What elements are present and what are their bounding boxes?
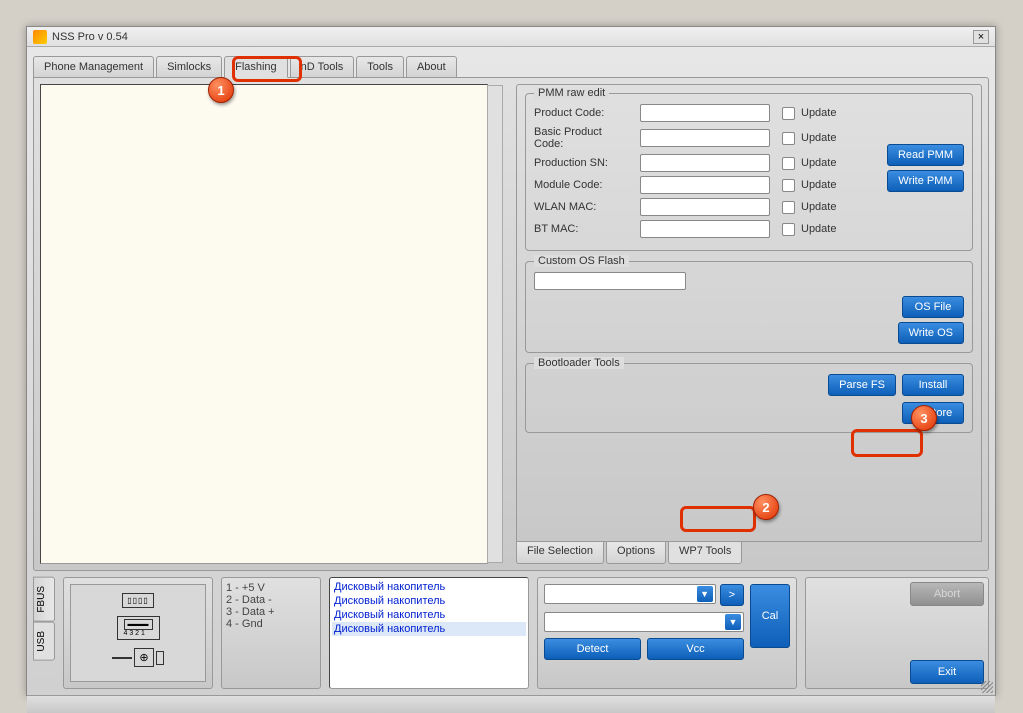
side-tab-fbus[interactable]: FBUS	[33, 577, 55, 622]
input-wlan-mac[interactable]	[640, 198, 770, 216]
legend-4: 4 - Gnd	[226, 618, 316, 630]
tab-about[interactable]: About	[406, 56, 457, 77]
legend-2: 2 - Data -	[226, 594, 316, 606]
app-icon	[33, 30, 47, 44]
dropdown-2[interactable]: ▼	[544, 612, 744, 632]
input-basic-product-code[interactable]	[640, 129, 770, 147]
callout-2: 2	[753, 494, 779, 520]
right-panel: PMM raw edit Product Code:Update Basic P…	[516, 84, 982, 564]
tab-nd-tools[interactable]: nD Tools	[290, 56, 355, 77]
tab-file-selection[interactable]: File Selection	[516, 542, 604, 564]
input-production-sn[interactable]	[640, 154, 770, 172]
parse-fs-button[interactable]: Parse FS	[828, 374, 896, 396]
detect-button[interactable]: Detect	[544, 638, 641, 660]
tab-content: PMM raw edit Product Code:Update Basic P…	[33, 77, 989, 571]
list-item[interactable]: Дисковый накопитель	[332, 580, 526, 594]
usb-connector-icon: ⊕	[112, 648, 163, 667]
statusbar	[27, 695, 995, 713]
input-product-code[interactable]	[640, 104, 770, 122]
usb-port-icon: ▯▯▯▯	[122, 593, 154, 608]
tab-options[interactable]: Options	[606, 542, 666, 564]
app-window: NSS Pro v 0.54 × Phone Management Simloc…	[26, 26, 996, 696]
callout-3: 3	[911, 405, 937, 431]
cal-button[interactable]: Cal	[750, 584, 790, 648]
bootloader-title: Bootloader Tools	[534, 357, 624, 369]
legend-panel: 1 - +5 V 2 - Data - 3 - Data + 4 - Gnd	[221, 577, 321, 689]
legend-3: 3 - Data +	[226, 606, 316, 618]
install-button[interactable]: Install	[902, 374, 964, 396]
usb-diagram: ▯▯▯▯ ▬▬▬4 3 2 1 ⊕	[70, 584, 206, 682]
exit-button[interactable]: Exit	[910, 660, 984, 684]
list-item[interactable]: Дисковый накопитель	[332, 608, 526, 622]
list-item[interactable]: Дисковый накопитель	[332, 594, 526, 608]
dropdown-1[interactable]: ▼	[544, 584, 716, 604]
callout-1: 1	[208, 77, 234, 103]
device-list[interactable]: Дисковый накопитель Дисковый накопитель …	[329, 577, 529, 689]
label-wlan-mac: WLAN MAC:	[534, 201, 634, 213]
pmm-title: PMM raw edit	[534, 87, 609, 99]
log-panel[interactable]	[40, 84, 488, 564]
input-bt-mac[interactable]	[640, 220, 770, 238]
right-tab-content: PMM raw edit Product Code:Update Basic P…	[516, 84, 982, 542]
tab-simlocks[interactable]: Simlocks	[156, 56, 222, 77]
tab-flashing[interactable]: Flashing	[224, 56, 288, 78]
write-pmm-button[interactable]: Write PMM	[887, 170, 964, 192]
write-os-button[interactable]: Write OS	[898, 322, 964, 344]
close-icon[interactable]: ×	[973, 30, 989, 44]
label-module-code: Module Code:	[534, 179, 634, 191]
top-area: Phone Management Simlocks Flashing nD To…	[33, 53, 989, 571]
abort-button[interactable]: Abort	[910, 582, 984, 606]
check-production-sn[interactable]	[782, 157, 795, 170]
osflash-title: Custom OS Flash	[534, 255, 629, 267]
list-item[interactable]: Дисковый накопитель	[332, 622, 526, 636]
read-pmm-button[interactable]: Read PMM	[887, 144, 964, 166]
osflash-input[interactable]	[534, 272, 686, 290]
label-basic-product-code: Basic Product Code:	[534, 126, 634, 150]
bootloader-group: Bootloader Tools Parse FS Install Restor…	[525, 363, 973, 433]
window-title: NSS Pro v 0.54	[52, 31, 128, 43]
usb-panel: ▯▯▯▯ ▬▬▬4 3 2 1 ⊕	[63, 577, 213, 689]
legend-1: 1 - +5 V	[226, 582, 316, 594]
go-button[interactable]: >	[720, 584, 744, 606]
check-basic-product-code[interactable]	[782, 132, 795, 145]
osflash-group: Custom OS Flash OS File Write OS	[525, 261, 973, 353]
pmm-group: PMM raw edit Product Code:Update Basic P…	[525, 93, 973, 251]
main-tabs: Phone Management Simlocks Flashing nD To…	[33, 53, 989, 77]
check-wlan-mac[interactable]	[782, 201, 795, 214]
tab-wp7-tools[interactable]: WP7 Tools	[668, 542, 742, 564]
input-module-code[interactable]	[640, 176, 770, 194]
titlebar[interactable]: NSS Pro v 0.54 ×	[27, 27, 995, 47]
tab-tools[interactable]: Tools	[356, 56, 404, 77]
chevron-down-icon: ▼	[697, 586, 713, 602]
check-product-code[interactable]	[782, 107, 795, 120]
chevron-down-icon: ▼	[725, 614, 741, 630]
exit-panel: Abort Exit	[805, 577, 989, 689]
usb-pins: ▬▬▬4 3 2 1	[117, 616, 160, 640]
check-module-code[interactable]	[782, 179, 795, 192]
label-production-sn: Production SN:	[534, 157, 634, 169]
side-tabs: FBUS USB	[33, 577, 55, 689]
content-area: Phone Management Simlocks Flashing nD To…	[27, 47, 995, 695]
control-panel: ▼ > ▼ Detect Vcc Cal	[537, 577, 797, 689]
label-product-code: Product Code:	[534, 107, 634, 119]
right-tabs: File Selection Options WP7 Tools	[516, 542, 982, 564]
tab-phone-management[interactable]: Phone Management	[33, 56, 154, 77]
vcc-button[interactable]: Vcc	[647, 638, 744, 660]
check-bt-mac[interactable]	[782, 223, 795, 236]
bottom-area: FBUS USB ▯▯▯▯ ▬▬▬4 3 2 1 ⊕ 1 - +5 V 2 - …	[33, 577, 989, 689]
side-tab-usb[interactable]: USB	[33, 622, 55, 661]
scrollbar[interactable]	[487, 85, 503, 563]
os-file-button[interactable]: OS File	[902, 296, 964, 318]
label-bt-mac: BT MAC:	[534, 223, 634, 235]
resize-handle-icon[interactable]	[981, 681, 993, 693]
